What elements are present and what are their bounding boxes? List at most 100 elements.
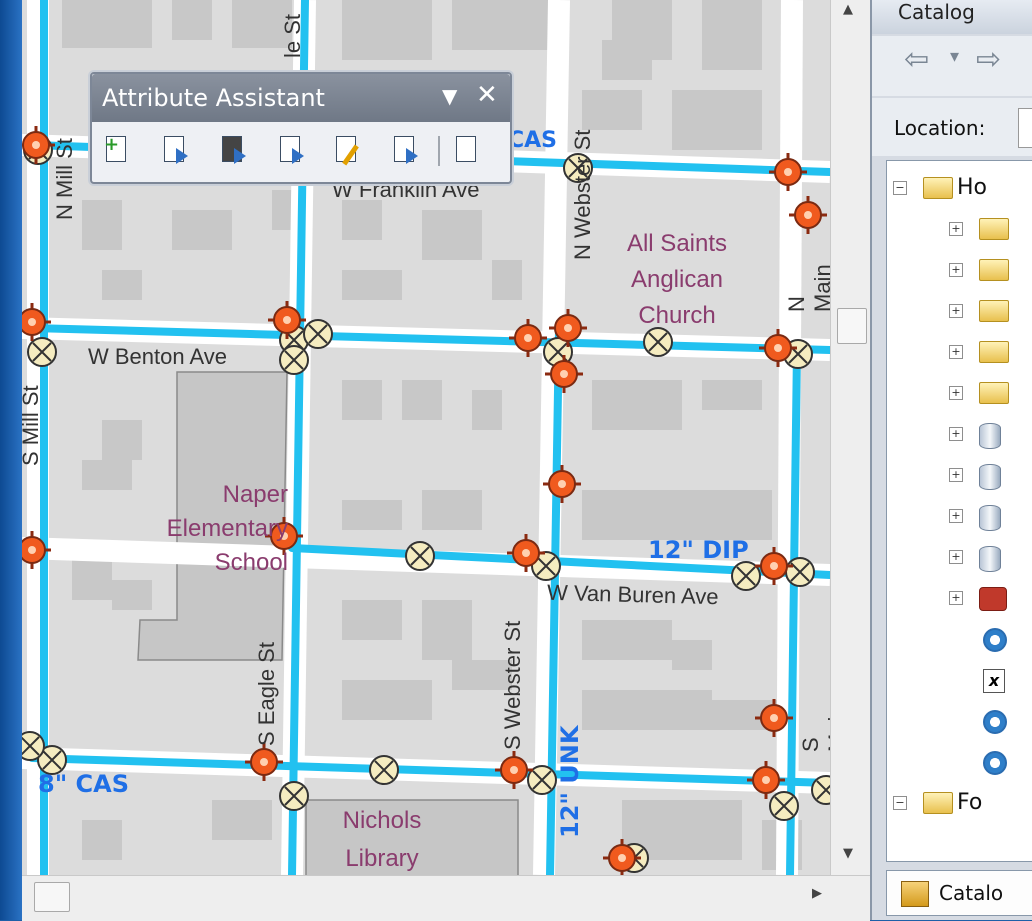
close-icon[interactable]: ✕ bbox=[476, 80, 498, 110]
scroll-right-icon[interactable]: ▶ bbox=[812, 886, 822, 901]
run-manual-icon[interactable] bbox=[334, 134, 362, 166]
street-label: W Benton Ave bbox=[88, 344, 228, 369]
folder-icon bbox=[979, 300, 1009, 322]
scroll-thumb[interactable] bbox=[34, 882, 70, 912]
add-feature-icon[interactable]: + bbox=[104, 134, 132, 166]
folder-icon bbox=[979, 259, 1009, 281]
toolbar-title: Attribute Assistant bbox=[102, 84, 325, 112]
collapse-icon[interactable]: − bbox=[893, 796, 907, 810]
catalog-tab-label: Catalo bbox=[939, 881, 1004, 905]
transfer-icon[interactable] bbox=[392, 134, 420, 166]
place-label-line: Church bbox=[638, 302, 716, 329]
scroll-thumb[interactable] bbox=[837, 308, 867, 344]
valve-symbol[interactable] bbox=[279, 781, 309, 811]
expand-icon[interactable]: + bbox=[949, 468, 963, 482]
street-label: N Mill St bbox=[52, 138, 77, 220]
expand-icon[interactable]: + bbox=[949, 263, 963, 277]
forward-arrow-icon[interactable]: ⇨ bbox=[976, 42, 1001, 77]
vertical-scrollbar[interactable]: ▲ ▼ bbox=[830, 0, 871, 875]
pipe-label: 12" UNK bbox=[556, 725, 584, 838]
place-label-line: Anglican bbox=[630, 266, 724, 293]
catalog-tab[interactable]: Catalo bbox=[886, 870, 1032, 916]
toolbar-separator bbox=[438, 136, 440, 166]
catalog-icon bbox=[901, 881, 929, 907]
valve-symbol[interactable] bbox=[22, 731, 45, 761]
expand-icon[interactable]: + bbox=[949, 345, 963, 359]
database-icon bbox=[979, 505, 1001, 531]
expand-icon[interactable]: + bbox=[949, 222, 963, 236]
chevron-down-icon[interactable]: ▾ bbox=[950, 46, 959, 67]
tree-node[interactable]: + bbox=[949, 583, 1032, 613]
tree-node[interactable]: − Ho bbox=[893, 173, 1032, 203]
database-icon bbox=[979, 464, 1001, 490]
tree-node-label: Fo bbox=[957, 790, 983, 815]
valve-symbol[interactable] bbox=[27, 337, 57, 367]
place-label-library: Nichols Library bbox=[312, 802, 452, 875]
expand-icon[interactable]: + bbox=[949, 427, 963, 441]
folder-icon bbox=[979, 382, 1009, 404]
scroll-up-icon[interactable]: ▲ bbox=[843, 2, 853, 17]
street-label: S Main St bbox=[798, 704, 830, 752]
tree-node[interactable] bbox=[949, 706, 1032, 736]
valve-symbol[interactable] bbox=[769, 791, 799, 821]
catalog-title[interactable]: Catalog bbox=[872, 0, 1032, 34]
location-bar: Location: bbox=[872, 98, 1032, 156]
query-icon bbox=[983, 751, 1007, 775]
street-label: S Eagle St bbox=[254, 642, 279, 746]
attribute-assistant-toolbar[interactable]: Attribute Assistant ▼ ✕ + bbox=[90, 72, 512, 184]
scroll-down-icon[interactable]: ▼ bbox=[843, 846, 853, 861]
location-label: Location: bbox=[894, 116, 986, 140]
valve-symbol[interactable] bbox=[785, 557, 815, 587]
valve-symbol[interactable] bbox=[811, 775, 830, 805]
tree-node[interactable]: + bbox=[949, 378, 1032, 408]
place-label-school: Naper Elementary School bbox=[98, 478, 288, 580]
expand-icon[interactable]: + bbox=[949, 591, 963, 605]
place-label-line: Naper bbox=[222, 481, 288, 508]
street-label: N Main St bbox=[784, 264, 830, 312]
valve-symbol[interactable] bbox=[369, 755, 399, 785]
catalog-window[interactable]: Catalog ⇦ ▾ ⇨ Location: − Ho + + + + + + + + + + x − F… bbox=[870, 0, 1032, 920]
tree-node[interactable]: − Fo bbox=[893, 788, 1032, 818]
pipe-label: 8" CAS bbox=[38, 770, 130, 798]
place-label-church: All Saints Anglican Church bbox=[612, 226, 742, 334]
chevron-down-icon[interactable]: ▼ bbox=[442, 84, 457, 108]
expand-icon[interactable]: + bbox=[949, 386, 963, 400]
run-change-icon[interactable] bbox=[278, 134, 306, 166]
place-label-line: School bbox=[214, 549, 288, 576]
collapse-icon[interactable]: − bbox=[893, 181, 907, 195]
street-label: N Webster St bbox=[570, 129, 595, 260]
tree-node[interactable]: + bbox=[949, 255, 1032, 285]
settings-icon[interactable] bbox=[454, 134, 482, 166]
tree-node[interactable]: + bbox=[949, 214, 1032, 244]
expand-icon[interactable]: + bbox=[949, 509, 963, 523]
copy-features-icon[interactable] bbox=[220, 134, 248, 166]
tree-node[interactable] bbox=[949, 624, 1032, 654]
tree-node[interactable]: + bbox=[949, 542, 1032, 572]
catalog-toolbar: ⇦ ▾ ⇨ bbox=[872, 36, 1032, 96]
street-label: S Webster St bbox=[500, 620, 525, 750]
tree-node[interactable]: x bbox=[949, 665, 1032, 695]
tree-node[interactable]: + bbox=[949, 460, 1032, 490]
tree-node[interactable]: + bbox=[949, 501, 1032, 531]
expand-icon[interactable]: + bbox=[949, 550, 963, 564]
toolbar-title-bar[interactable]: Attribute Assistant ▼ ✕ bbox=[92, 74, 510, 122]
query-icon bbox=[983, 710, 1007, 734]
folder-icon bbox=[979, 341, 1009, 363]
expand-icon[interactable]: + bbox=[949, 304, 963, 318]
valve-symbol[interactable] bbox=[279, 345, 309, 375]
tree-node[interactable]: + bbox=[949, 296, 1032, 326]
copy-feature-icon[interactable] bbox=[162, 134, 190, 166]
folder-icon bbox=[923, 792, 953, 814]
app-frame-edge bbox=[0, 0, 22, 920]
tree-node[interactable]: + bbox=[949, 337, 1032, 367]
location-input[interactable] bbox=[1018, 108, 1032, 148]
valve-symbol[interactable] bbox=[405, 541, 435, 571]
horizontal-scrollbar[interactable]: ▶ bbox=[22, 875, 870, 921]
valve-symbol[interactable] bbox=[303, 319, 333, 349]
xml-icon: x bbox=[983, 669, 1005, 693]
back-arrow-icon[interactable]: ⇦ bbox=[904, 42, 929, 77]
catalog-tree[interactable]: − Ho + + + + + + + + + + x − Fo bbox=[886, 160, 1032, 862]
tree-node[interactable] bbox=[949, 747, 1032, 777]
tree-node[interactable]: + bbox=[949, 419, 1032, 449]
toolbox-icon bbox=[979, 587, 1007, 611]
